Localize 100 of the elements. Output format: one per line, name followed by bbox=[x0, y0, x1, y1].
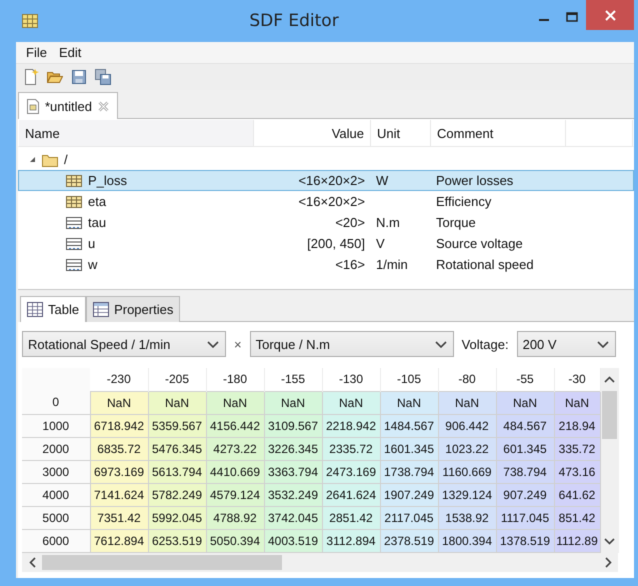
voltage-dropdown[interactable]: 200 V bbox=[516, 331, 616, 357]
row-header: 1000 bbox=[22, 414, 90, 437]
close-button[interactable] bbox=[586, 0, 634, 30]
tree-row[interactable]: w <16> 1/min Rotational speed bbox=[18, 254, 634, 275]
table-cell: 6835.72 bbox=[90, 437, 148, 460]
table-cell: 5476.345 bbox=[148, 437, 206, 460]
save-icon bbox=[71, 69, 87, 85]
row-header: 4000 bbox=[22, 483, 90, 506]
chevron-left-icon bbox=[28, 556, 36, 568]
column-header[interactable]: Name bbox=[19, 120, 254, 146]
properties-icon bbox=[93, 302, 110, 317]
menu-item[interactable]: File bbox=[20, 45, 53, 60]
table-cell: NaN bbox=[206, 391, 264, 414]
table-cell: 1023.22 bbox=[438, 437, 496, 460]
table-cell: 3363.794 bbox=[264, 460, 322, 483]
table-cell: 4273.22 bbox=[206, 437, 264, 460]
table-cell: NaN bbox=[322, 391, 380, 414]
close-tab-button[interactable] bbox=[98, 100, 109, 112]
app-icon bbox=[22, 14, 38, 28]
vector-icon bbox=[66, 238, 82, 250]
unit-text: V bbox=[375, 236, 386, 251]
vector-icon bbox=[66, 216, 82, 228]
table-cell: 1378.519 bbox=[496, 529, 554, 552]
new-file-button[interactable] bbox=[22, 68, 40, 86]
column-axis-dropdown[interactable]: Torque / N.m bbox=[250, 331, 454, 357]
comment-text: Power losses bbox=[435, 173, 514, 188]
table-cell: 1907.249 bbox=[380, 483, 438, 506]
table-cell: 851.42 bbox=[554, 506, 600, 529]
comment-text: Efficiency bbox=[435, 194, 492, 209]
comment-text: Torque bbox=[435, 215, 477, 230]
tree-row[interactable]: P_loss <16×20×2> W Power losses bbox=[18, 170, 634, 191]
row-axis-dropdown[interactable]: Rotational Speed / 1/min bbox=[22, 331, 226, 357]
folder-icon bbox=[42, 152, 58, 166]
table-cell: 1601.345 bbox=[380, 437, 438, 460]
tree-item-label[interactable]: / bbox=[64, 152, 68, 167]
document-icon bbox=[27, 98, 39, 114]
value-text: <16×20×2> bbox=[297, 194, 366, 209]
row-header: 2000 bbox=[22, 437, 90, 460]
tree-row[interactable]: u [200, 450] V Source voltage bbox=[18, 233, 634, 254]
chevron-down-icon bbox=[604, 538, 615, 544]
table-cell: 1484.567 bbox=[380, 414, 438, 437]
table-cell: 6973.169 bbox=[90, 460, 148, 483]
table-cell: 1117.045 bbox=[496, 506, 554, 529]
row-header: 5000 bbox=[22, 506, 90, 529]
table-cell: 2851.42 bbox=[322, 506, 380, 529]
value-text: <16×20×2> bbox=[297, 173, 366, 188]
expanded-triangle-icon[interactable] bbox=[29, 156, 36, 163]
row-header: 6000 bbox=[22, 529, 90, 552]
table-cell: 3112.894 bbox=[322, 529, 380, 552]
table-cell: 7351.42 bbox=[90, 506, 148, 529]
table-cell: 484.567 bbox=[496, 414, 554, 437]
value-text: <16> bbox=[334, 257, 366, 272]
matrix-icon bbox=[66, 174, 82, 186]
scrollbar-thumb[interactable] bbox=[42, 554, 282, 570]
times-sign: × bbox=[234, 336, 242, 352]
panel-tab[interactable]: Table bbox=[20, 296, 86, 322]
folder-icon bbox=[47, 69, 63, 85]
table-cell: 2473.169 bbox=[322, 460, 380, 483]
variable-name: u bbox=[88, 236, 96, 251]
vector-icon bbox=[66, 258, 82, 270]
panel-tab[interactable]: Properties bbox=[86, 296, 180, 322]
tree-row[interactable]: tau <20> N.m Torque bbox=[18, 212, 634, 233]
table-cell: 907.249 bbox=[496, 483, 554, 506]
table-cell: 6718.942 bbox=[90, 414, 148, 437]
table-cell: 2335.72 bbox=[322, 437, 380, 460]
column-header[interactable]: Unit bbox=[371, 120, 431, 146]
chevron-up-icon bbox=[604, 376, 615, 383]
table-cell: 4156.442 bbox=[206, 414, 264, 437]
save-all-button[interactable] bbox=[94, 68, 112, 86]
value-text: <20> bbox=[334, 215, 366, 230]
table-icon bbox=[27, 302, 43, 317]
tree-row[interactable]: eta <16×20×2> Efficiency bbox=[18, 191, 634, 212]
table-cell: 5050.394 bbox=[206, 529, 264, 552]
scrollbar-thumb[interactable] bbox=[602, 391, 617, 439]
chevron-down-icon bbox=[207, 340, 219, 348]
table-cell: 3742.045 bbox=[264, 506, 322, 529]
column-header[interactable]: Value bbox=[254, 120, 371, 146]
table-cell: 1538.92 bbox=[438, 506, 496, 529]
chevron-down-icon bbox=[596, 340, 609, 348]
save-button[interactable] bbox=[70, 68, 88, 86]
table-cell: 6253.519 bbox=[148, 529, 206, 552]
table-cell: 473.16 bbox=[554, 460, 600, 483]
maximize-icon bbox=[566, 12, 578, 22]
table-cell: NaN bbox=[90, 391, 148, 414]
table-cell: 4003.519 bbox=[264, 529, 322, 552]
table-cell: 1112.89 bbox=[554, 529, 600, 552]
table-cell: 5359.567 bbox=[148, 414, 206, 437]
table-cell: 4788.92 bbox=[206, 506, 264, 529]
menu-item[interactable]: Edit bbox=[52, 45, 88, 60]
unit-text: 1/min bbox=[375, 257, 409, 272]
table-cell: NaN bbox=[148, 391, 206, 414]
table-cell: 4579.124 bbox=[206, 483, 264, 506]
editor-tab[interactable]: *untitled bbox=[18, 92, 118, 119]
table-cell: 2378.519 bbox=[380, 529, 438, 552]
table-cell: 2117.045 bbox=[380, 506, 438, 529]
column-header[interactable]: Comment bbox=[431, 120, 566, 146]
table-cell: 2218.942 bbox=[322, 414, 380, 437]
comment-text: Source voltage bbox=[435, 236, 524, 251]
table-cell: 641.62 bbox=[554, 483, 600, 506]
table-cell: 5782.249 bbox=[148, 483, 206, 506]
